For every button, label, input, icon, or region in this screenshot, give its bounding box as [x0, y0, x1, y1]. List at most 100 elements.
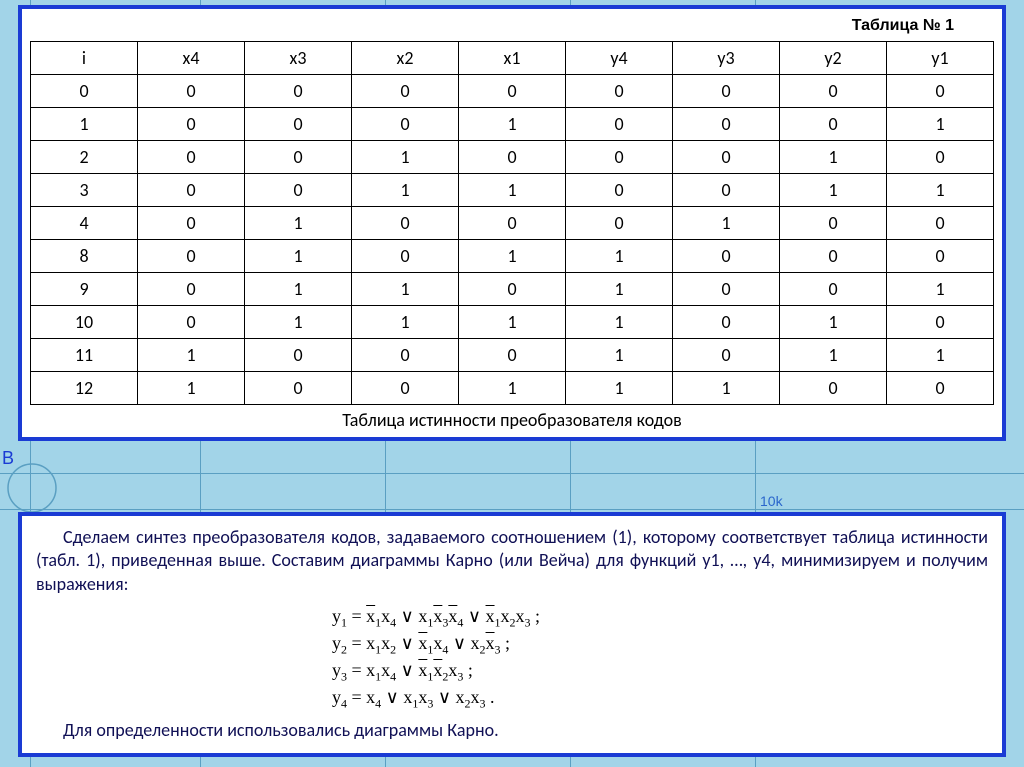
table-number-label: Таблица № 1: [30, 15, 994, 41]
table-cell: 1: [31, 108, 138, 141]
table-cell: 1: [673, 207, 780, 240]
table-cell: 4: [31, 207, 138, 240]
table-cell: 0: [673, 240, 780, 273]
equation-y3: y3 = x1x4 ∨ x1x2x3 ;: [332, 658, 692, 685]
table-cell: 0: [780, 207, 887, 240]
table-header-cell: x2: [352, 42, 459, 75]
table-cell: 0: [780, 108, 887, 141]
table-cell: 1: [566, 240, 673, 273]
table-cell: 1: [780, 306, 887, 339]
table-cell: 0: [673, 339, 780, 372]
table-cell: 0: [352, 339, 459, 372]
table-cell: 1: [780, 174, 887, 207]
table-cell: 2: [31, 141, 138, 174]
table-row: 300110011: [31, 174, 994, 207]
table-row: 1210011100: [31, 372, 994, 405]
truth-table: ix4x3x2x1y4y3y2y1 0000000001000100012001…: [30, 41, 994, 405]
table-cell: 1: [245, 273, 352, 306]
equation-y2: y2 = x1x2 ∨ x1x4 ∨ x2x3 ;: [332, 631, 692, 658]
table-cell: 0: [31, 75, 138, 108]
table-cell: 0: [245, 372, 352, 405]
table-cell: 0: [459, 339, 566, 372]
table-cell: 0: [673, 141, 780, 174]
table-cell: 1: [459, 372, 566, 405]
table-cell: 1: [780, 141, 887, 174]
table-cell: 0: [780, 273, 887, 306]
table-cell: 1: [245, 207, 352, 240]
table-row: 1110001011: [31, 339, 994, 372]
equation-y4: y4 = x4 ∨ x1x3 ∨ x2x3 .: [332, 685, 692, 712]
closing-line: Для определенности использовались диагра…: [36, 719, 988, 741]
table-cell: 0: [673, 108, 780, 141]
table-cell: 0: [566, 174, 673, 207]
table-cell: 1: [566, 306, 673, 339]
table-cell: 0: [459, 207, 566, 240]
table-cell: 1: [887, 108, 994, 141]
table-cell: 1: [138, 372, 245, 405]
table-header-cell: y4: [566, 42, 673, 75]
table-cell: 1: [138, 339, 245, 372]
table-cell: 1: [566, 273, 673, 306]
table-cell: 0: [352, 240, 459, 273]
table-cell: 1: [780, 339, 887, 372]
truth-table-panel: Таблица № 1 ix4x3x2x1y4y3y2y1 0000000001…: [18, 5, 1006, 441]
table-header-cell: x3: [245, 42, 352, 75]
table-cell: 1: [459, 306, 566, 339]
table-cell: 0: [138, 306, 245, 339]
table-cell: 0: [887, 75, 994, 108]
table-row: 1001111010: [31, 306, 994, 339]
table-cell: 1: [887, 273, 994, 306]
table-cell: 1: [459, 108, 566, 141]
table-cell: 0: [780, 372, 887, 405]
table-row: 100010001: [31, 108, 994, 141]
table-cell: 0: [138, 240, 245, 273]
table-cell: 0: [138, 174, 245, 207]
table-cell: 1: [673, 372, 780, 405]
table-cell: 1: [352, 174, 459, 207]
table-cell: 9: [31, 273, 138, 306]
edge-letter: B: [2, 448, 14, 469]
table-cell: 0: [352, 108, 459, 141]
table-cell: 11: [31, 339, 138, 372]
table-row: 901101001: [31, 273, 994, 306]
table-cell: 3: [31, 174, 138, 207]
table-cell: 0: [566, 141, 673, 174]
table-cell: 1: [352, 141, 459, 174]
table-cell: 12: [31, 372, 138, 405]
background-strip: 10k: [0, 471, 1024, 511]
table-cell: 0: [245, 75, 352, 108]
table-cell: 1: [887, 339, 994, 372]
table-cell: 1: [459, 174, 566, 207]
table-cell: 0: [245, 174, 352, 207]
table-cell: 0: [459, 75, 566, 108]
table-cell: 0: [887, 372, 994, 405]
table-cell: 0: [673, 273, 780, 306]
table-header-cell: y3: [673, 42, 780, 75]
bg-resistor-label: 10k: [760, 493, 783, 509]
table-cell: 8: [31, 240, 138, 273]
table-cell: 0: [566, 75, 673, 108]
table-cell: 0: [673, 75, 780, 108]
table-cell: 1: [245, 306, 352, 339]
explanation-panel: Сделаем синтез преобразователя кодов, за…: [18, 512, 1006, 757]
table-cell: 0: [138, 273, 245, 306]
table-cell: 0: [887, 306, 994, 339]
table-cell: 0: [780, 240, 887, 273]
paragraph-1: Сделаем синтез преобразователя кодов, за…: [36, 526, 988, 596]
table-cell: 1: [245, 240, 352, 273]
table-row: 000000000: [31, 75, 994, 108]
table-cell: 0: [352, 372, 459, 405]
table-cell: 0: [352, 75, 459, 108]
table-cell: 1: [352, 273, 459, 306]
equation-y1: y1 = x1x4 ∨ x1x3x4 ∨ x1x2x3 ;: [332, 604, 692, 631]
table-cell: 1: [566, 339, 673, 372]
table-cell: 0: [138, 75, 245, 108]
table-header-cell: y1: [887, 42, 994, 75]
table-cell: 0: [138, 108, 245, 141]
table-caption: Таблица истинности преобразователя кодов: [30, 405, 994, 433]
table-header-cell: y2: [780, 42, 887, 75]
table-row: 401000100: [31, 207, 994, 240]
table-cell: 0: [887, 207, 994, 240]
table-header-cell: x4: [138, 42, 245, 75]
table-cell: 10: [31, 306, 138, 339]
